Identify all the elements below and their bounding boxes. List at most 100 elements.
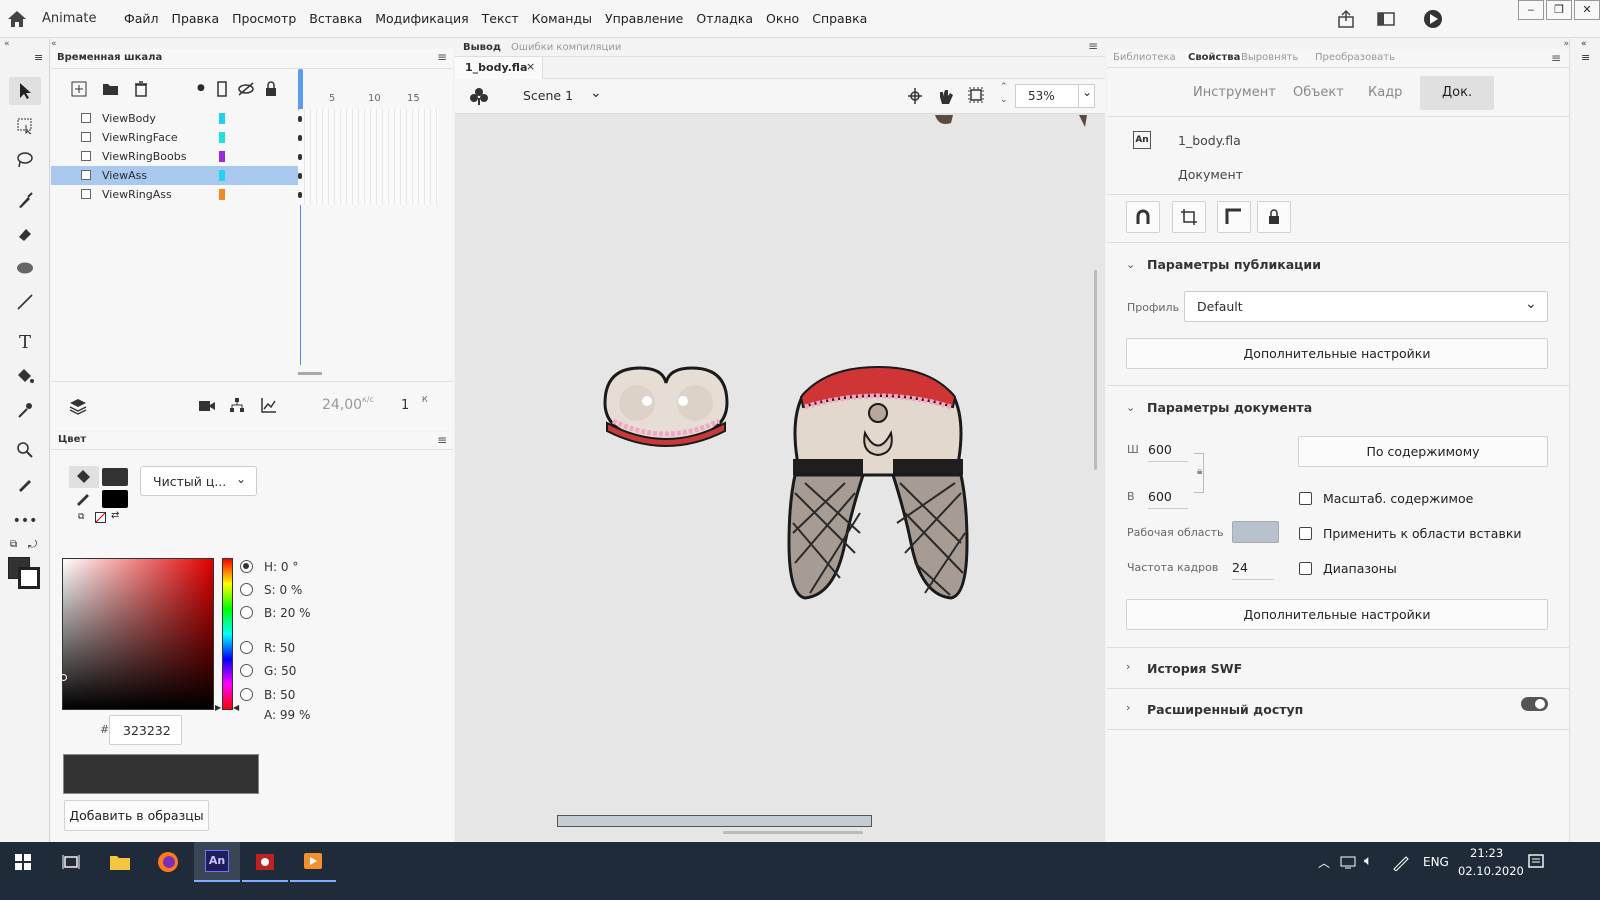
color-mode-radio[interactable] — [240, 606, 253, 619]
stroke-pencil-icon[interactable] — [75, 490, 93, 509]
file-explorer-icon[interactable] — [97, 842, 143, 882]
advanced-access-title[interactable]: Расширенный доступ — [1147, 702, 1303, 717]
layer-color-swatch[interactable] — [219, 113, 225, 124]
close-tab-icon[interactable]: × — [526, 60, 535, 73]
apply-paste-checkbox[interactable] — [1299, 527, 1312, 540]
hex-input[interactable]: 323232 — [109, 715, 182, 745]
ring-artwork[interactable] — [595, 363, 737, 451]
chevron-down-icon[interactable]: ⌄ — [1126, 401, 1135, 414]
clock-date[interactable]: 02.10.2020 — [1458, 864, 1524, 878]
language-indicator[interactable]: ENG — [1423, 855, 1449, 869]
firefox-icon[interactable] — [145, 842, 191, 882]
menu-item[interactable]: Отладка — [696, 11, 753, 26]
color-mode-radio[interactable] — [240, 664, 253, 677]
home-icon[interactable] — [6, 9, 28, 29]
menu-item[interactable]: Просмотр — [232, 11, 296, 26]
share-icon[interactable] — [1336, 9, 1356, 32]
brush-icon[interactable] — [9, 186, 41, 214]
layer-row[interactable]: ViewRingAss — [51, 185, 298, 204]
advanced-document-settings-button[interactable]: Дополнительные настройки — [1126, 599, 1548, 630]
panel-tab[interactable]: Библиотека — [1113, 52, 1176, 63]
keyframe[interactable] — [298, 192, 302, 198]
fill-color-swatch[interactable] — [18, 567, 40, 589]
menu-item[interactable]: Вставка — [309, 11, 362, 26]
media-app-icon[interactable] — [242, 842, 288, 882]
color-mode-radio[interactable] — [240, 641, 253, 654]
horizontal-scrollbar[interactable] — [723, 831, 863, 834]
keyframe[interactable] — [298, 116, 302, 122]
timeline-tab[interactable]: Временная шкала — [57, 52, 162, 63]
volume-icon[interactable]: 🔈︎ — [1364, 853, 1372, 869]
color-value-r[interactable]: R: 50 — [264, 641, 295, 655]
network-icon[interactable] — [1340, 854, 1358, 873]
layers-icon[interactable] — [69, 397, 87, 418]
zoom-select[interactable]: 53% ⌄ — [1015, 84, 1095, 108]
fps-value[interactable]: 24,00 — [322, 397, 362, 413]
stage-color-swatch[interactable] — [1232, 521, 1279, 543]
default-colors-icon[interactable]: ⧉ — [10, 539, 17, 550]
keyframe[interactable] — [298, 173, 302, 179]
color-value-h[interactable]: H: 0 ° — [264, 560, 298, 574]
frame-ruler[interactable]: 5 10 15 — [299, 69, 453, 109]
collapse-icon[interactable]: « — [4, 39, 10, 49]
panel-tab[interactable]: Преобразовать — [1315, 52, 1395, 63]
properties-subtab[interactable]: Инструмент — [1177, 76, 1292, 110]
menu-item[interactable]: Справка — [812, 11, 867, 26]
color-mode-radio[interactable] — [240, 560, 253, 573]
hue-slider[interactable] — [222, 558, 233, 710]
canvas[interactable] — [455, 115, 1105, 842]
properties-subtab[interactable]: Док. — [1420, 76, 1495, 110]
chevron-right-icon[interactable]: › — [1126, 701, 1130, 714]
dock-menu-icon[interactable]: ≡ — [1581, 51, 1590, 64]
menu-item[interactable]: Файл — [124, 11, 159, 26]
pen-icon[interactable] — [1392, 853, 1410, 874]
windows-start-icon[interactable] — [0, 842, 46, 882]
color-value-bv[interactable]: B: 50 — [264, 688, 295, 702]
height-input[interactable]: 600 — [1148, 489, 1188, 509]
graph-icon[interactable] — [260, 397, 277, 416]
advanced-publish-settings-button[interactable]: Дополнительные настройки — [1126, 338, 1548, 369]
fill-color-chip[interactable] — [102, 468, 128, 486]
color-mode-radio[interactable] — [240, 583, 253, 596]
hue-handle[interactable]: ▶ — [215, 703, 221, 712]
publish-section-title[interactable]: Параметры публикации — [1147, 257, 1321, 272]
layer-color-swatch[interactable] — [219, 170, 225, 181]
color-value-g[interactable]: G: 50 — [264, 664, 296, 678]
keyframe[interactable] — [298, 154, 302, 160]
close-button[interactable]: ✕ — [1574, 0, 1600, 20]
output-menu-icon[interactable]: ≡ — [1088, 39, 1098, 53]
zoom-stepper[interactable]: ⌃ ⌄ — [1000, 81, 1008, 107]
maximize-button[interactable]: ❐ — [1546, 0, 1572, 20]
selection-tool-icon[interactable] — [9, 77, 41, 105]
animate-app-icon[interactable]: An — [194, 842, 240, 882]
menu-item[interactable]: Модификация — [375, 11, 468, 26]
black-white-icon[interactable]: ⧉ — [78, 512, 84, 522]
clock-time[interactable]: 21:23 — [1470, 846, 1503, 860]
crop-button[interactable] — [1172, 201, 1206, 233]
workspace-icon[interactable] — [1376, 10, 1396, 31]
expand-icon[interactable]: « — [1581, 39, 1587, 49]
menu-item[interactable]: Управление — [605, 11, 683, 26]
outline-icon[interactable] — [217, 81, 227, 100]
color-value-s[interactable]: S: 0 % — [264, 583, 302, 597]
body-artwork[interactable] — [785, 363, 971, 601]
vertical-scrollbar[interactable] — [1094, 270, 1097, 470]
partial-artwork[interactable] — [1077, 115, 1089, 129]
current-frame[interactable]: 1 — [401, 398, 409, 413]
menu-item[interactable]: Правка — [172, 11, 220, 26]
props-collapse[interactable]: » — [1107, 39, 1569, 49]
menu-item[interactable]: Окно — [766, 11, 799, 26]
frame-grid[interactable] — [299, 109, 439, 205]
document-tab[interactable]: 1_body.fla × — [455, 57, 543, 79]
lock-button[interactable] — [1257, 201, 1291, 233]
chevron-down-icon[interactable]: ⌄ — [1126, 258, 1135, 271]
layer-row[interactable]: ViewAss — [51, 166, 298, 185]
line-tool-icon[interactable] — [9, 288, 41, 316]
saturation-brightness-picker[interactable] — [60, 558, 214, 710]
menu-item[interactable]: Команды — [532, 11, 592, 26]
magnet-button[interactable] — [1126, 201, 1160, 233]
hierarchy-icon[interactable] — [229, 397, 245, 416]
new-layer-icon[interactable] — [71, 81, 87, 100]
more-tools-icon[interactable]: ••• — [9, 507, 41, 535]
layer-color-swatch[interactable] — [219, 151, 225, 162]
